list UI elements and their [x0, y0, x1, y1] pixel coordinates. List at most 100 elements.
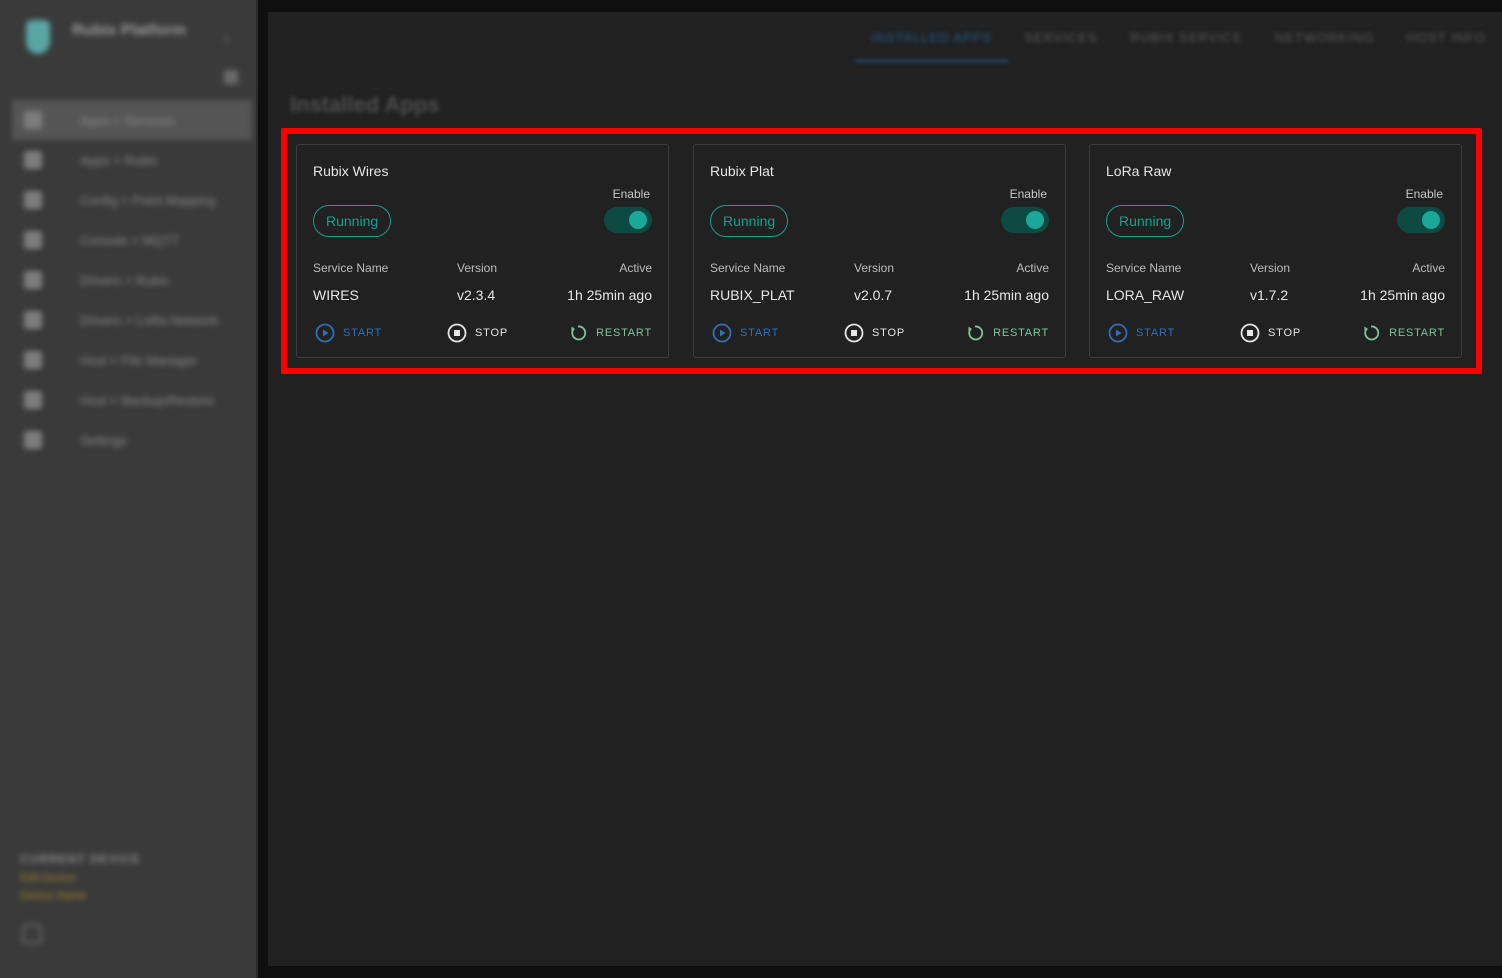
edit-device-link[interactable]: Edit Device — [20, 872, 141, 884]
device-name: Device Name — [20, 890, 87, 902]
value-service-name: LORA_RAW — [1106, 287, 1185, 303]
stop-label: STOP — [1268, 327, 1301, 339]
antenna-icon — [24, 311, 42, 329]
sidebar-item-config-point-mapping[interactable]: Config > Point Mapping — [12, 180, 252, 220]
app-window: Rubix Platform ‹ Apps > Services Apps > … — [0, 0, 1502, 978]
sidebar-item-label: Settings — [80, 432, 127, 448]
sidebar: Rubix Platform ‹ Apps > Services Apps > … — [0, 0, 258, 978]
sidebar-item-console-mqtt[interactable]: Console > MQTT — [12, 220, 252, 260]
value-service-name: WIRES — [313, 287, 359, 303]
restart-label: RESTART — [1389, 327, 1445, 339]
tab-rubix-service[interactable]: RUBIX SERVICE — [1114, 12, 1259, 62]
enable-toggle[interactable] — [1001, 207, 1049, 233]
restart-icon — [571, 325, 587, 341]
brand-title: Rubix Platform — [72, 22, 186, 39]
value-service-name: RUBIX_PLAT — [710, 287, 795, 303]
page-title: Installed Apps — [290, 92, 440, 117]
tab-bar: INSTALLED APPS SERVICES RUBIX SERVICE NE… — [854, 12, 1502, 62]
toggle-thumb — [1026, 211, 1044, 229]
stop-button[interactable]: STOP — [1240, 321, 1301, 345]
status-badge: Running — [1106, 205, 1185, 237]
header-service-name: Service Name — [313, 261, 389, 275]
restart-button[interactable]: RESTART — [568, 321, 652, 345]
logout-icon[interactable] — [22, 924, 42, 944]
sidebar-nav: Apps > Services Apps > Rubix Config > Po… — [12, 100, 252, 460]
sidebar-item-apps-services[interactable]: Apps > Services — [12, 100, 252, 140]
stop-label: STOP — [475, 327, 508, 339]
tab-services[interactable]: SERVICES — [1008, 12, 1114, 62]
restart-icon — [968, 325, 984, 341]
value-version: v2.0.7 — [854, 287, 893, 303]
gear-icon — [24, 431, 42, 449]
card-title: Rubix Plat — [710, 163, 774, 179]
sidebar-item-label: Host > Backup/Restore — [80, 392, 215, 408]
value-active: 1h 25min ago — [1360, 287, 1445, 303]
stop-label: STOP — [872, 327, 905, 339]
value-active: 1h 25min ago — [964, 287, 1049, 303]
start-label: START — [343, 327, 383, 339]
play-circle-icon — [1108, 323, 1128, 343]
restart-button[interactable]: RESTART — [1361, 321, 1445, 345]
sidebar-item-label: Console > MQTT — [80, 232, 180, 248]
start-button[interactable]: START — [315, 321, 382, 345]
stop-button[interactable]: STOP — [844, 321, 905, 345]
home-icon[interactable] — [224, 70, 238, 84]
current-device-title: CURRENT DEVICE — [20, 852, 141, 866]
restart-button[interactable]: RESTART — [965, 321, 1049, 345]
card-actions: START STOP RESTART — [1090, 321, 1461, 345]
sidebar-item-label: Drivers > Rubix — [80, 272, 170, 288]
toggle-thumb — [1422, 211, 1440, 229]
sidebar-item-apps-rubix[interactable]: Apps > Rubix — [12, 140, 252, 180]
app-card-rubix-wires: Rubix Wires Enable Running Service Name … — [296, 144, 669, 358]
status-badge: Running — [710, 205, 789, 237]
card-title: Rubix Wires — [313, 163, 389, 179]
enable-toggle[interactable] — [604, 207, 652, 233]
stop-circle-icon — [447, 323, 467, 343]
sidebar-item-label: Host > File Manager — [80, 352, 198, 368]
value-version: v1.7.2 — [1250, 287, 1289, 303]
sidebar-item-label: Apps > Services — [80, 112, 175, 128]
value-active: 1h 25min ago — [567, 287, 652, 303]
sidebar-item-host-file-manager[interactable]: Host > File Manager — [12, 340, 252, 380]
grid-icon — [24, 111, 42, 129]
app-card-rubix-plat: Rubix Plat Enable Running Service Name V… — [693, 144, 1066, 358]
enable-label: Enable — [1405, 187, 1443, 201]
sidebar-item-label: Apps > Rubix — [80, 152, 158, 168]
mapping-icon — [24, 191, 42, 209]
header-version: Version — [1250, 261, 1291, 275]
console-icon — [24, 231, 42, 249]
enable-toggle[interactable] — [1397, 207, 1445, 233]
start-button[interactable]: START — [712, 321, 779, 345]
tab-installed-apps[interactable]: INSTALLED APPS — [854, 12, 1009, 62]
sidebar-item-drivers-rubix[interactable]: Drivers > Rubix — [12, 260, 252, 300]
sidebar-item-drivers-lora[interactable]: Drivers > LoRa Network — [12, 300, 252, 340]
enable-label: Enable — [1009, 187, 1047, 201]
header-version: Version — [854, 261, 895, 275]
toggle-thumb — [629, 211, 647, 229]
play-circle-icon — [712, 323, 732, 343]
tab-networking[interactable]: NETWORKING — [1259, 12, 1391, 62]
file-icon — [24, 351, 42, 369]
chevron-left-icon[interactable]: ‹ — [224, 30, 229, 48]
tab-host-info[interactable]: HOST INFO — [1390, 12, 1502, 62]
header-version: Version — [457, 261, 498, 275]
restart-label: RESTART — [596, 327, 652, 339]
start-label: START — [740, 327, 780, 339]
sidebar-header: Rubix Platform ‹ — [0, 0, 258, 84]
header-active: Active — [619, 261, 652, 275]
play-circle-icon — [315, 323, 335, 343]
apps-icon — [24, 151, 42, 169]
header-service-name: Service Name — [710, 261, 786, 275]
start-button[interactable]: START — [1108, 321, 1175, 345]
sidebar-item-label: Drivers > LoRa Network — [80, 312, 219, 328]
sidebar-item-host-backup[interactable]: Host > Backup/Restore — [12, 380, 252, 420]
app-card-lora-raw: LoRa Raw Enable Running Service Name Ver… — [1089, 144, 1462, 358]
stop-button[interactable]: STOP — [447, 321, 508, 345]
stop-circle-icon — [1240, 323, 1260, 343]
enable-label: Enable — [612, 187, 650, 201]
status-badge: Running — [313, 205, 392, 237]
current-device-panel: CURRENT DEVICE Edit Device Device Name — [20, 852, 141, 902]
backup-icon — [24, 391, 42, 409]
header-service-name: Service Name — [1106, 261, 1182, 275]
sidebar-item-settings[interactable]: Settings — [12, 420, 252, 460]
